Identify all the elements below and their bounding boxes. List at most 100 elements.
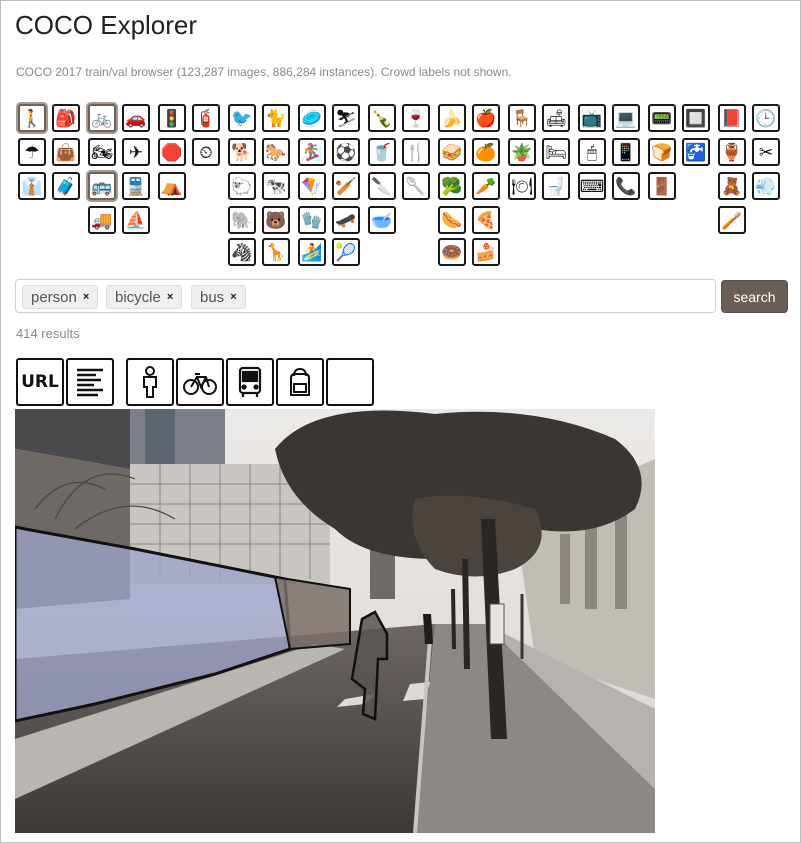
category-clock[interactable]: 🕒 bbox=[752, 104, 780, 132]
category-dining-table[interactable]: 🍽 bbox=[508, 172, 536, 200]
category-spoon[interactable]: 🥄 bbox=[402, 172, 430, 200]
category-zebra[interactable]: 🦓 bbox=[228, 238, 256, 266]
person-toggle[interactable] bbox=[126, 358, 174, 406]
category-snowboard[interactable]: 🏂 bbox=[298, 138, 326, 166]
category-chair[interactable]: 🪑 bbox=[508, 104, 536, 132]
category-vase[interactable]: 🏺 bbox=[718, 138, 746, 166]
carrot-icon: 🥕 bbox=[475, 176, 497, 196]
remove-tag-icon[interactable]: × bbox=[230, 291, 236, 303]
category-pizza[interactable]: 🍕 bbox=[472, 206, 500, 234]
category-stop-sign[interactable]: 🛑 bbox=[158, 138, 186, 166]
category-remote[interactable]: 📱 bbox=[612, 138, 640, 166]
category-couch[interactable]: 🛋 bbox=[542, 104, 570, 132]
category-teddy-bear[interactable]: 🧸 bbox=[718, 172, 746, 200]
category-fork[interactable]: 🍴 bbox=[402, 138, 430, 166]
category-sheep[interactable]: 🐑 bbox=[228, 172, 256, 200]
category-umbrella[interactable]: ☂ bbox=[18, 138, 46, 166]
category-cup[interactable]: 🥤 bbox=[368, 138, 396, 166]
category-knife[interactable]: 🔪 bbox=[368, 172, 396, 200]
tag-bicycle[interactable]: bicycle × bbox=[106, 285, 183, 309]
category-train[interactable]: 🚆 bbox=[122, 172, 150, 200]
category-suitcase[interactable]: 🧳 bbox=[52, 172, 80, 200]
category-motorcycle[interactable]: 🏍 bbox=[88, 138, 116, 166]
category-bench[interactable]: ⛺ bbox=[158, 172, 186, 200]
blank-toggle[interactable] bbox=[326, 358, 374, 406]
category-cell-phone[interactable]: 📞 bbox=[612, 172, 640, 200]
url-button[interactable]: URL bbox=[16, 358, 64, 406]
category-frisbee[interactable]: 🥏 bbox=[298, 104, 326, 132]
category-skis[interactable]: ⛷ bbox=[332, 104, 360, 132]
category-potted-plant[interactable]: 🪴 bbox=[508, 138, 536, 166]
category-book[interactable]: 📕 bbox=[718, 104, 746, 132]
category-keyboard[interactable]: ⌨ bbox=[578, 172, 606, 200]
category-scissors[interactable]: ✂ bbox=[752, 138, 780, 166]
category-mouse[interactable]: 🖱 bbox=[578, 138, 606, 166]
category-cake[interactable]: 🍰 bbox=[472, 238, 500, 266]
category-bowl[interactable]: 🥣 bbox=[368, 206, 396, 234]
search-input[interactable]: person × bicycle × bus × bbox=[15, 279, 716, 313]
bicycle-toggle[interactable] bbox=[176, 358, 224, 406]
category-tennis-racket[interactable]: 🎾 bbox=[332, 238, 360, 266]
category-sink[interactable]: 🚰 bbox=[682, 138, 710, 166]
category-broccoli[interactable]: 🥦 bbox=[438, 172, 466, 200]
category-kite[interactable]: 🪁 bbox=[298, 172, 326, 200]
category-horse[interactable]: 🐎 bbox=[262, 138, 290, 166]
tag-person[interactable]: person × bbox=[22, 285, 99, 309]
category-bus[interactable]: 🚌 bbox=[88, 172, 116, 200]
category-laptop[interactable]: 💻 bbox=[612, 104, 640, 132]
search-button[interactable]: search bbox=[721, 280, 788, 313]
category-donut[interactable]: 🍩 bbox=[438, 238, 466, 266]
backpack-toggle[interactable] bbox=[276, 358, 324, 406]
category-bird[interactable]: 🐦 bbox=[228, 104, 256, 132]
category-dog[interactable]: 🐕 bbox=[228, 138, 256, 166]
cup-icon: 🥤 bbox=[371, 142, 393, 162]
result-image[interactable] bbox=[15, 409, 655, 833]
category-truck[interactable]: 🚚 bbox=[88, 206, 116, 234]
category-tv[interactable]: 📺 bbox=[578, 104, 606, 132]
boat-icon: ⛵ bbox=[125, 210, 147, 230]
category-tie[interactable]: 👔 bbox=[18, 172, 46, 200]
category-boat[interactable]: ⛵ bbox=[122, 206, 150, 234]
category-hot-dog[interactable]: 🌭 bbox=[438, 206, 466, 234]
category-apple[interactable]: 🍎 bbox=[472, 104, 500, 132]
remove-tag-icon[interactable]: × bbox=[167, 291, 173, 303]
category-orange[interactable]: 🍊 bbox=[472, 138, 500, 166]
category-sandwich[interactable]: 🥪 bbox=[438, 138, 466, 166]
category-cow[interactable]: 🐄 bbox=[262, 172, 290, 200]
category-oven[interactable]: 🔲 bbox=[682, 104, 710, 132]
category-toothbrush[interactable]: 🪥 bbox=[718, 206, 746, 234]
category-carrot[interactable]: 🥕 bbox=[472, 172, 500, 200]
captions-button[interactable] bbox=[66, 358, 114, 406]
category-banana[interactable]: 🍌 bbox=[438, 104, 466, 132]
category-toilet[interactable]: 🚽 bbox=[542, 172, 570, 200]
category-sports-ball[interactable]: ⚽ bbox=[332, 138, 360, 166]
category-airplane[interactable]: ✈ bbox=[122, 138, 150, 166]
category-refrigerator[interactable]: 🚪 bbox=[648, 172, 676, 200]
tag-bus[interactable]: bus × bbox=[191, 285, 246, 309]
category-handbag[interactable]: 👜 bbox=[52, 138, 80, 166]
category-skateboard[interactable]: 🛹 bbox=[332, 206, 360, 234]
banana-icon: 🍌 bbox=[441, 108, 463, 128]
category-hair-drier[interactable]: 💨 bbox=[752, 172, 780, 200]
category-elephant[interactable]: 🐘 bbox=[228, 206, 256, 234]
category-parking-meter[interactable]: ⏲ bbox=[192, 138, 220, 166]
category-bottle[interactable]: 🍾 bbox=[368, 104, 396, 132]
category-toaster[interactable]: 🍞 bbox=[648, 138, 676, 166]
category-surfboard[interactable]: 🏄 bbox=[298, 238, 326, 266]
category-fire-hydrant[interactable]: 🧯 bbox=[192, 104, 220, 132]
bus-toggle[interactable] bbox=[226, 358, 274, 406]
category-traffic-light[interactable]: 🚦 bbox=[158, 104, 186, 132]
category-giraffe[interactable]: 🦒 bbox=[262, 238, 290, 266]
category-backpack[interactable]: 🎒 bbox=[52, 104, 80, 132]
category-baseball-bat[interactable]: 🏏 bbox=[332, 172, 360, 200]
category-bicycle[interactable]: 🚲 bbox=[88, 104, 116, 132]
remove-tag-icon[interactable]: × bbox=[83, 291, 89, 303]
category-person[interactable]: 🚶 bbox=[18, 104, 46, 132]
category-wine-glass[interactable]: 🍷 bbox=[402, 104, 430, 132]
category-bed[interactable]: 🛏 bbox=[542, 138, 570, 166]
category-microwave[interactable]: 📟 bbox=[648, 104, 676, 132]
category-baseball-glove[interactable]: 🧤 bbox=[298, 206, 326, 234]
category-car[interactable]: 🚗 bbox=[122, 104, 150, 132]
category-cat[interactable]: 🐈 bbox=[262, 104, 290, 132]
category-bear[interactable]: 🐻 bbox=[262, 206, 290, 234]
